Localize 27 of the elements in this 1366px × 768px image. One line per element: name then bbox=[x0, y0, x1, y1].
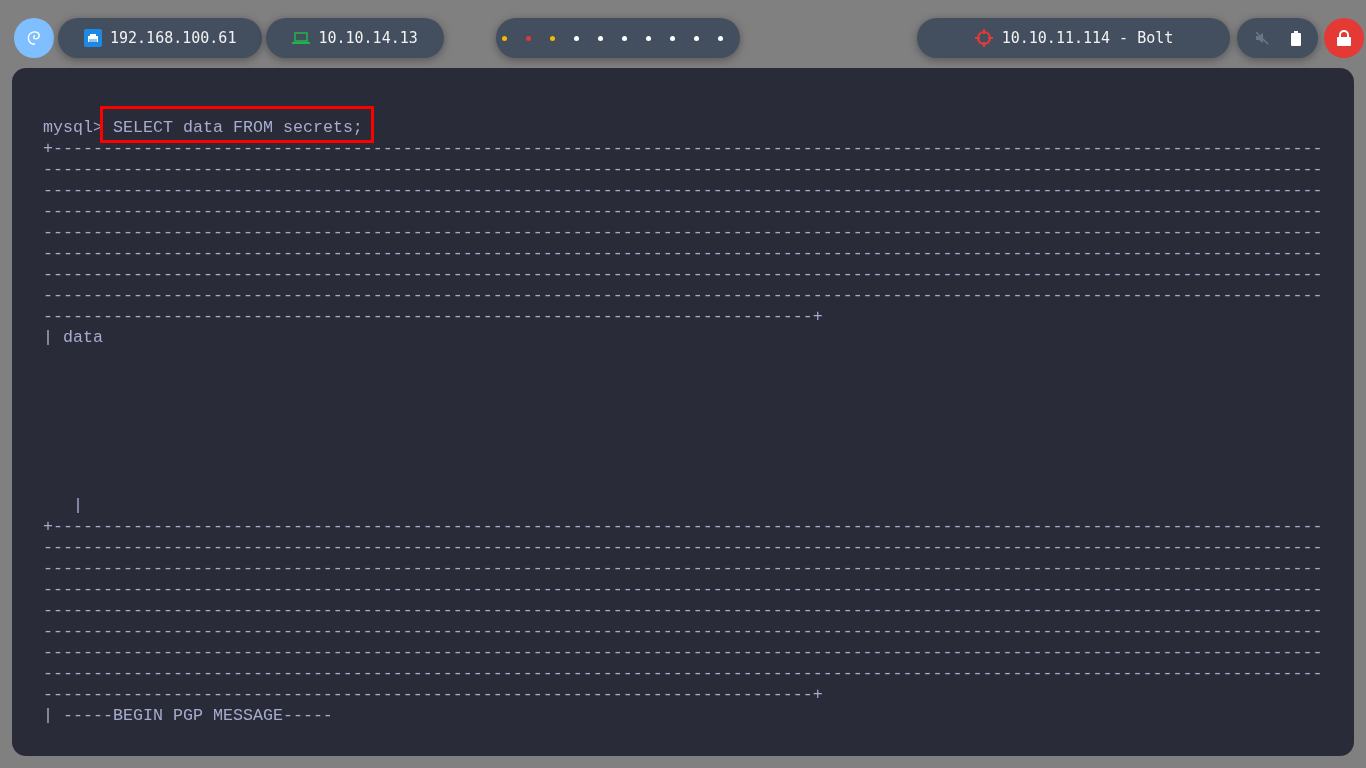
menu-button[interactable] bbox=[14, 18, 54, 58]
workspace-dot[interactable] bbox=[622, 35, 628, 41]
workspace-dot[interactable] bbox=[646, 35, 652, 41]
ethernet-icon bbox=[84, 29, 102, 47]
workspace-dot[interactable] bbox=[670, 35, 676, 41]
ip-address: 192.168.100.61 bbox=[110, 27, 237, 49]
lock-button[interactable] bbox=[1324, 18, 1364, 58]
ip-address: 10.10.14.13 bbox=[318, 27, 418, 49]
output-line: | -----BEGIN PGP MESSAGE----- bbox=[43, 705, 333, 726]
output-line: | data | bbox=[43, 327, 103, 516]
target-label: 10.10.11.114 - Bolt bbox=[1001, 27, 1174, 49]
workspace-dot[interactable] bbox=[718, 35, 724, 41]
workspace-dot[interactable] bbox=[574, 35, 580, 41]
lock-icon bbox=[1337, 30, 1351, 46]
workspace-dot[interactable] bbox=[598, 35, 604, 41]
workspace-dot[interactable] bbox=[526, 35, 532, 41]
crosshair-icon bbox=[973, 28, 994, 48]
output-line: +------------------------------------------------------------------------------------------------------------------------------- -------------------------------------------------------------------------------------------------------------------------------- -------------------------------------------------------------------------------------------------------------------------------- -------------------------------------------------------------------------------------------------------------------------------- -------------------------------------------------------------------------------------------------------------------------------- -------------------------------------------------------------------------------------------------------------------------------- -------------------------------------------------------------------------------------------------------------------------------- -------------------------------------------------------------------------------------------------------------------------------- -----------------------------------------------------------------------------+ bbox=[43, 138, 1323, 327]
prompt: mysql> bbox=[43, 118, 103, 137]
workspace-dot[interactable] bbox=[550, 35, 556, 41]
swirl-icon bbox=[25, 29, 43, 47]
battery-icon bbox=[1290, 30, 1301, 46]
highlighted-command: SELECT data FROM secrets; bbox=[103, 109, 371, 140]
output-line: +------------------------------------------------------------------------------------------------------------------------------- -------------------------------------------------------------------------------------------------------------------------------- -------------------------------------------------------------------------------------------------------------------------------- -------------------------------------------------------------------------------------------------------------------------------- -------------------------------------------------------------------------------------------------------------------------------- -------------------------------------------------------------------------------------------------------------------------------- -------------------------------------------------------------------------------------------------------------------------------- -------------------------------------------------------------------------------------------------------------------------------- -----------------------------------------------------------------------------+ bbox=[43, 516, 1323, 705]
laptop-icon bbox=[292, 31, 311, 45]
workspace-dot[interactable] bbox=[694, 35, 700, 41]
workspace-dot[interactable] bbox=[502, 35, 508, 41]
